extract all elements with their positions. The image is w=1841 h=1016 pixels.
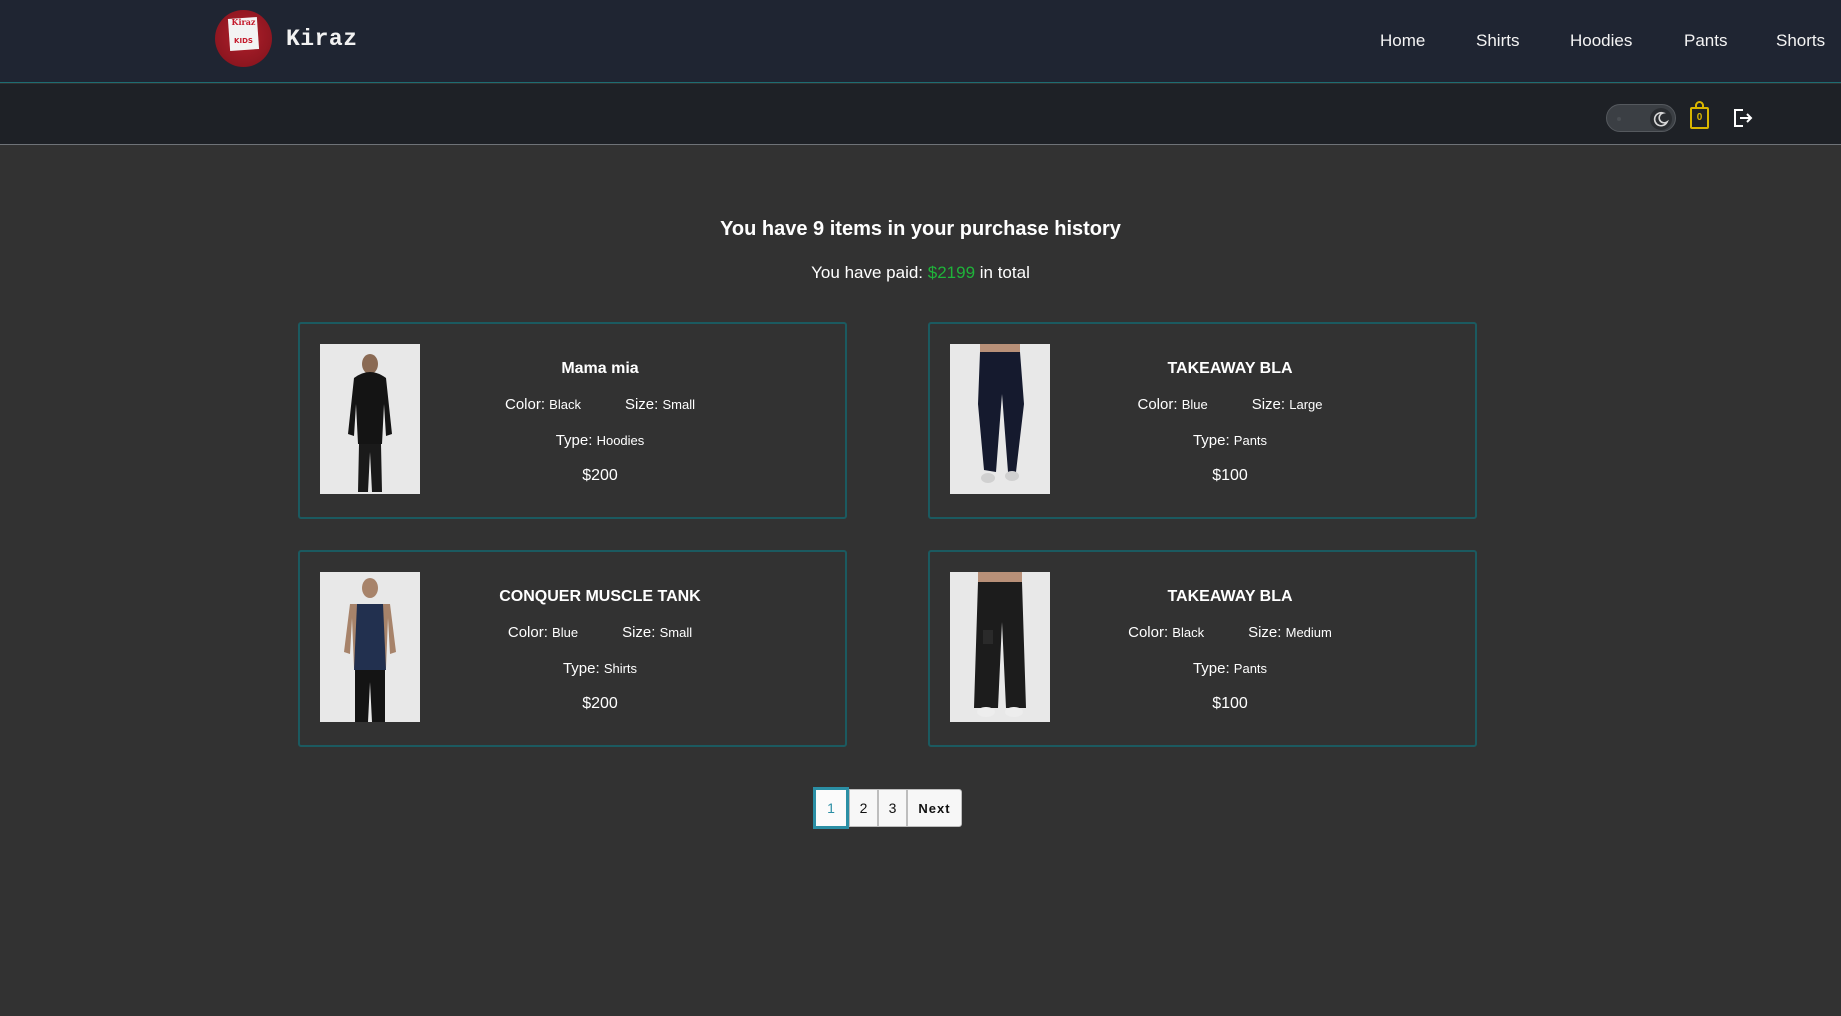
product-info: Mama mia Color: Black Size: Small Type: H… (450, 324, 849, 517)
product-type: Shirts (603, 661, 638, 676)
size-label: Size: (624, 396, 659, 413)
product-color-size: Color: Blue Size: Large (1080, 396, 1380, 413)
type-label: Type: (1192, 432, 1230, 449)
paid-amount: $2199 (927, 263, 976, 282)
top-navbar: Kiraz KIDS Kiraz Home Shirts Hoodies Pan… (0, 0, 1841, 83)
color-label: Color: (1128, 624, 1169, 641)
size-label: Size: (1248, 624, 1282, 641)
paid-suffix: in total (975, 263, 1030, 282)
product-name: CONQUER MUSCLE TANK (499, 588, 701, 605)
color-label: Color: (1137, 396, 1178, 413)
cart-count: 0 (1696, 112, 1703, 123)
product-price: $100 (1212, 467, 1248, 484)
product-type: Pants (1233, 661, 1268, 676)
product-price: $100 (1212, 695, 1248, 712)
logo-text-bottom: KIDS (234, 37, 253, 45)
product-color-size: Color: Black Size: Small (450, 396, 750, 413)
purchase-history-heading: You have 9 items in your purchase histor… (720, 218, 1121, 240)
nav-shorts[interactable]: Shorts (1776, 31, 1825, 51)
purchase-card[interactable]: TAKEAWAY BLA Color: Black Size: Medium Ty… (928, 550, 1477, 747)
paid-prefix: You have paid: (811, 263, 928, 282)
color-label: Color: (507, 624, 548, 641)
product-image-hoodie[interactable] (320, 344, 420, 494)
nav-home[interactable]: Home (1380, 31, 1425, 51)
size-label: Size: (1251, 396, 1286, 413)
product-type: Hoodies (596, 433, 645, 448)
brand-name[interactable]: Kiraz (286, 26, 358, 52)
total-paid: You have paid: $2199 in total (0, 263, 1841, 283)
color-label: Color: (504, 396, 545, 413)
purchase-card[interactable]: TAKEAWAY BLA Color: Blue Size: Large Type… (928, 322, 1477, 519)
size-label: Size: (622, 624, 656, 641)
product-name: TAKEAWAY BLA (1167, 360, 1293, 377)
product-color: Blue (552, 625, 579, 640)
product-size: Small (659, 625, 693, 640)
product-type: Pants (1233, 433, 1268, 448)
logo-text-top: Kiraz (231, 17, 256, 27)
product-price: $200 (582, 695, 618, 712)
nav-hoodies[interactable]: Hoodies (1570, 31, 1632, 51)
type-label: Type: (1192, 660, 1230, 677)
sun-icon (1617, 117, 1621, 121)
product-info: TAKEAWAY BLA Color: Black Size: Medium Ty… (1080, 552, 1479, 745)
purchase-card[interactable]: Mama mia Color: Black Size: Small Type: H… (298, 322, 847, 519)
product-type-row: Type: Shirts (450, 660, 750, 677)
cart-icon[interactable]: 0 (1690, 101, 1709, 129)
type-label: Type: (562, 660, 600, 677)
product-price: $200 (582, 467, 618, 484)
product-name: TAKEAWAY BLA (1167, 588, 1293, 605)
product-image-pants[interactable] (950, 572, 1050, 722)
pagination: 1 2 3 Next (813, 787, 962, 829)
product-name: Mama mia (561, 360, 639, 377)
product-size: Small (662, 397, 696, 412)
product-info: TAKEAWAY BLA Color: Blue Size: Large Type… (1080, 324, 1479, 517)
product-type-row: Type: Pants (1080, 432, 1380, 449)
product-size: Large (1289, 397, 1323, 412)
brand-logo[interactable]: Kiraz KIDS (215, 10, 272, 67)
type-label: Type: (555, 432, 593, 449)
moon-icon (1650, 108, 1672, 130)
utility-bar (0, 84, 1841, 145)
nav-pants[interactable]: Pants (1684, 31, 1727, 51)
product-image-pants[interactable] (950, 344, 1050, 494)
product-type-row: Type: Hoodies (450, 432, 750, 449)
product-color-size: Color: Blue Size: Small (450, 624, 750, 641)
logout-icon[interactable] (1730, 106, 1754, 130)
next-page-button[interactable]: Next (907, 789, 962, 827)
purchase-card[interactable]: CONQUER MUSCLE TANK Color: Blue Size: Sma… (298, 550, 847, 747)
product-type-row: Type: Pants (1080, 660, 1380, 677)
page-button-1[interactable]: 1 (813, 787, 849, 829)
page-button-2[interactable]: 2 (849, 789, 878, 827)
nav-shirts[interactable]: Shirts (1476, 31, 1519, 51)
product-info: CONQUER MUSCLE TANK Color: Blue Size: Sma… (450, 552, 849, 745)
theme-toggle[interactable] (1606, 104, 1676, 132)
product-color: Black (549, 397, 581, 412)
product-color: Blue (1181, 397, 1208, 412)
product-color-size: Color: Black Size: Medium (1080, 624, 1380, 641)
product-image-tank[interactable] (320, 572, 420, 722)
page-button-3[interactable]: 3 (878, 789, 907, 827)
product-color: Black (1172, 625, 1205, 640)
cart-handle (1695, 101, 1704, 109)
product-size: Medium (1285, 625, 1332, 640)
